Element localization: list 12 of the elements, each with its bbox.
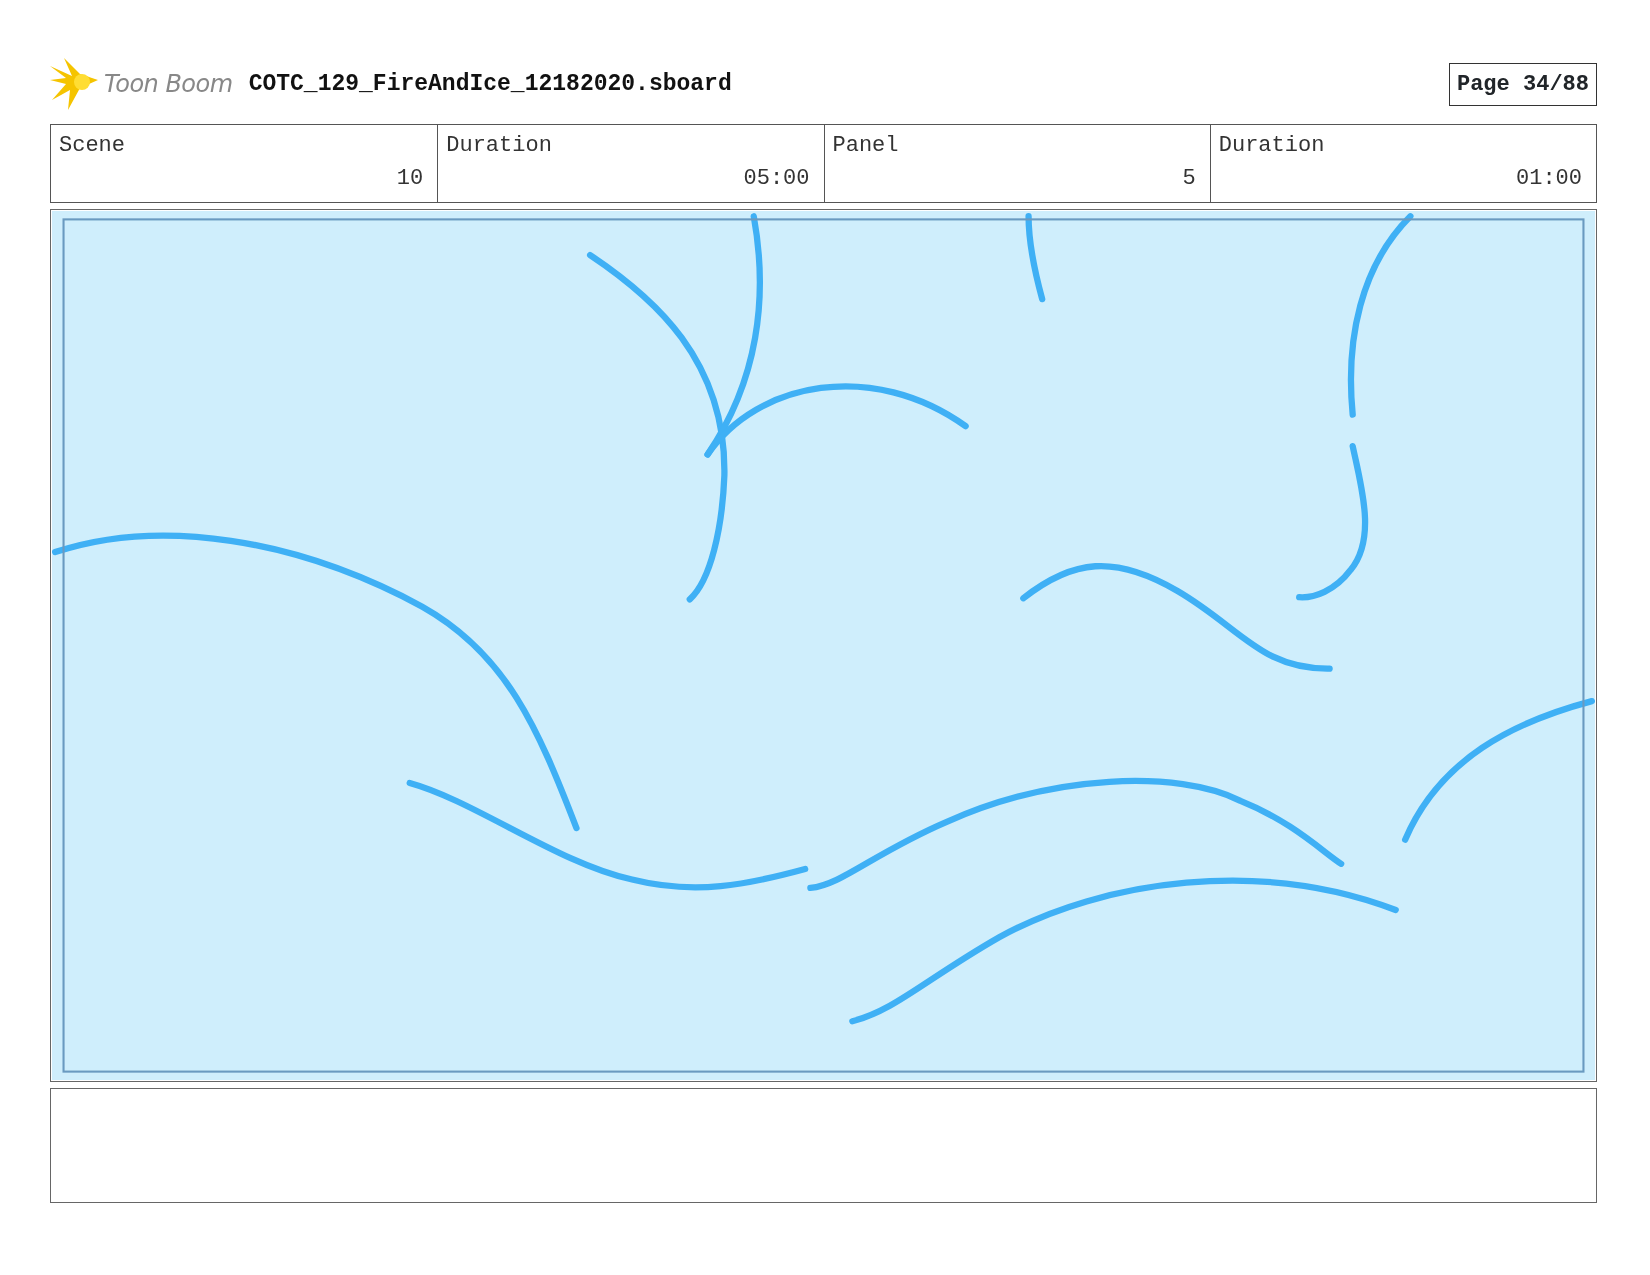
page-number: Page 34/88 bbox=[1448, 62, 1597, 106]
field-value: 5 bbox=[1182, 165, 1196, 193]
starburst-logo-icon bbox=[50, 58, 100, 110]
field-value: 10 bbox=[396, 165, 424, 193]
logo-text: Toon Boom bbox=[104, 69, 233, 100]
field-label: Scene bbox=[59, 132, 126, 160]
field-value: 05:00 bbox=[743, 165, 810, 193]
field-label: Duration bbox=[446, 132, 553, 160]
file-name: COTC_129_FireAndIce_12182020.sboard bbox=[248, 69, 733, 99]
field-label: Panel bbox=[832, 132, 900, 160]
field-label: Duration bbox=[1218, 132, 1326, 160]
field-value: 01:00 bbox=[1516, 165, 1582, 193]
